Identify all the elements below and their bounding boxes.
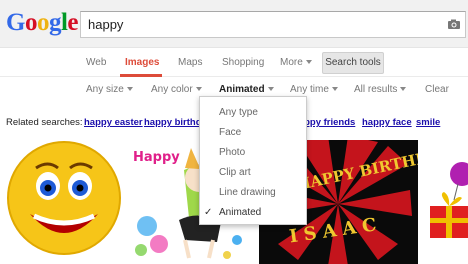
dropdown-item-animated[interactable]: Animated [219,207,261,218]
dropdown-item-clip-art[interactable]: Clip art [219,167,251,178]
tab-more[interactable]: More [280,57,312,68]
google-logo[interactable]: Google [6,9,78,37]
dropdown-item-photo[interactable]: Photo [219,147,245,158]
search-query: happy [88,17,124,32]
tab-more-label: More [280,57,303,68]
active-tab-indicator [120,74,162,77]
search-type-tabs: Web Images Maps Shopping More Search too… [0,49,468,77]
filter-type-label: Animated [219,84,265,95]
logo-letter: g [48,9,62,36]
filter-color[interactable]: Any color [151,84,202,95]
filter-type[interactable]: Animated [219,84,274,95]
chevron-down-icon [400,87,407,92]
logo-letter: o [24,9,38,36]
tab-maps[interactable]: Maps [178,57,202,68]
chevron-down-icon [331,87,338,92]
dropdown-item-line-drawing[interactable]: Line drawing [219,187,276,198]
logo-letter: G [6,9,25,36]
chevron-down-icon [126,87,133,92]
chevron-down-icon [195,87,202,92]
dropdown-item-face[interactable]: Face [219,127,241,138]
gift-image [424,140,468,264]
filter-results[interactable]: All results [354,84,407,95]
checkmark-icon: ✓ [204,207,213,218]
search-tools-button[interactable]: Search tools [322,52,384,74]
filter-color-label: Any color [151,84,193,95]
clear-filters-link[interactable]: Clear [425,84,449,95]
related-searches-label: Related searches: [6,117,83,128]
tab-web[interactable]: Web [86,57,106,68]
chevron-down-icon [305,60,312,65]
related-link[interactable]: smile [416,117,440,128]
related-link[interactable]: happy easter [84,117,143,128]
search-input[interactable]: happy [80,11,466,38]
filter-time-label: Any time [290,84,329,95]
filter-size[interactable]: Any size [86,84,133,95]
card-caption: Happy [133,150,180,165]
logo-letter: o [36,9,50,36]
filter-time[interactable]: Any time [290,84,338,95]
image-result[interactable] [6,140,124,264]
tab-shopping[interactable]: Shopping [222,57,264,68]
logo-letter: e [67,9,79,36]
chevron-down-icon [267,87,274,92]
type-dropdown-menu: Any type Face Photo Clip art Line drawin… [199,96,307,225]
related-link[interactable]: happy face [362,117,412,128]
filter-size-label: Any size [86,84,124,95]
smiley-face-image [6,140,124,264]
camera-icon[interactable] [447,17,461,31]
image-result[interactable] [424,140,468,264]
top-bar: Google happy [0,0,468,48]
dropdown-item-any-type[interactable]: Any type [219,107,258,118]
tab-images[interactable]: Images [125,57,159,68]
filter-results-label: All results [354,84,398,95]
